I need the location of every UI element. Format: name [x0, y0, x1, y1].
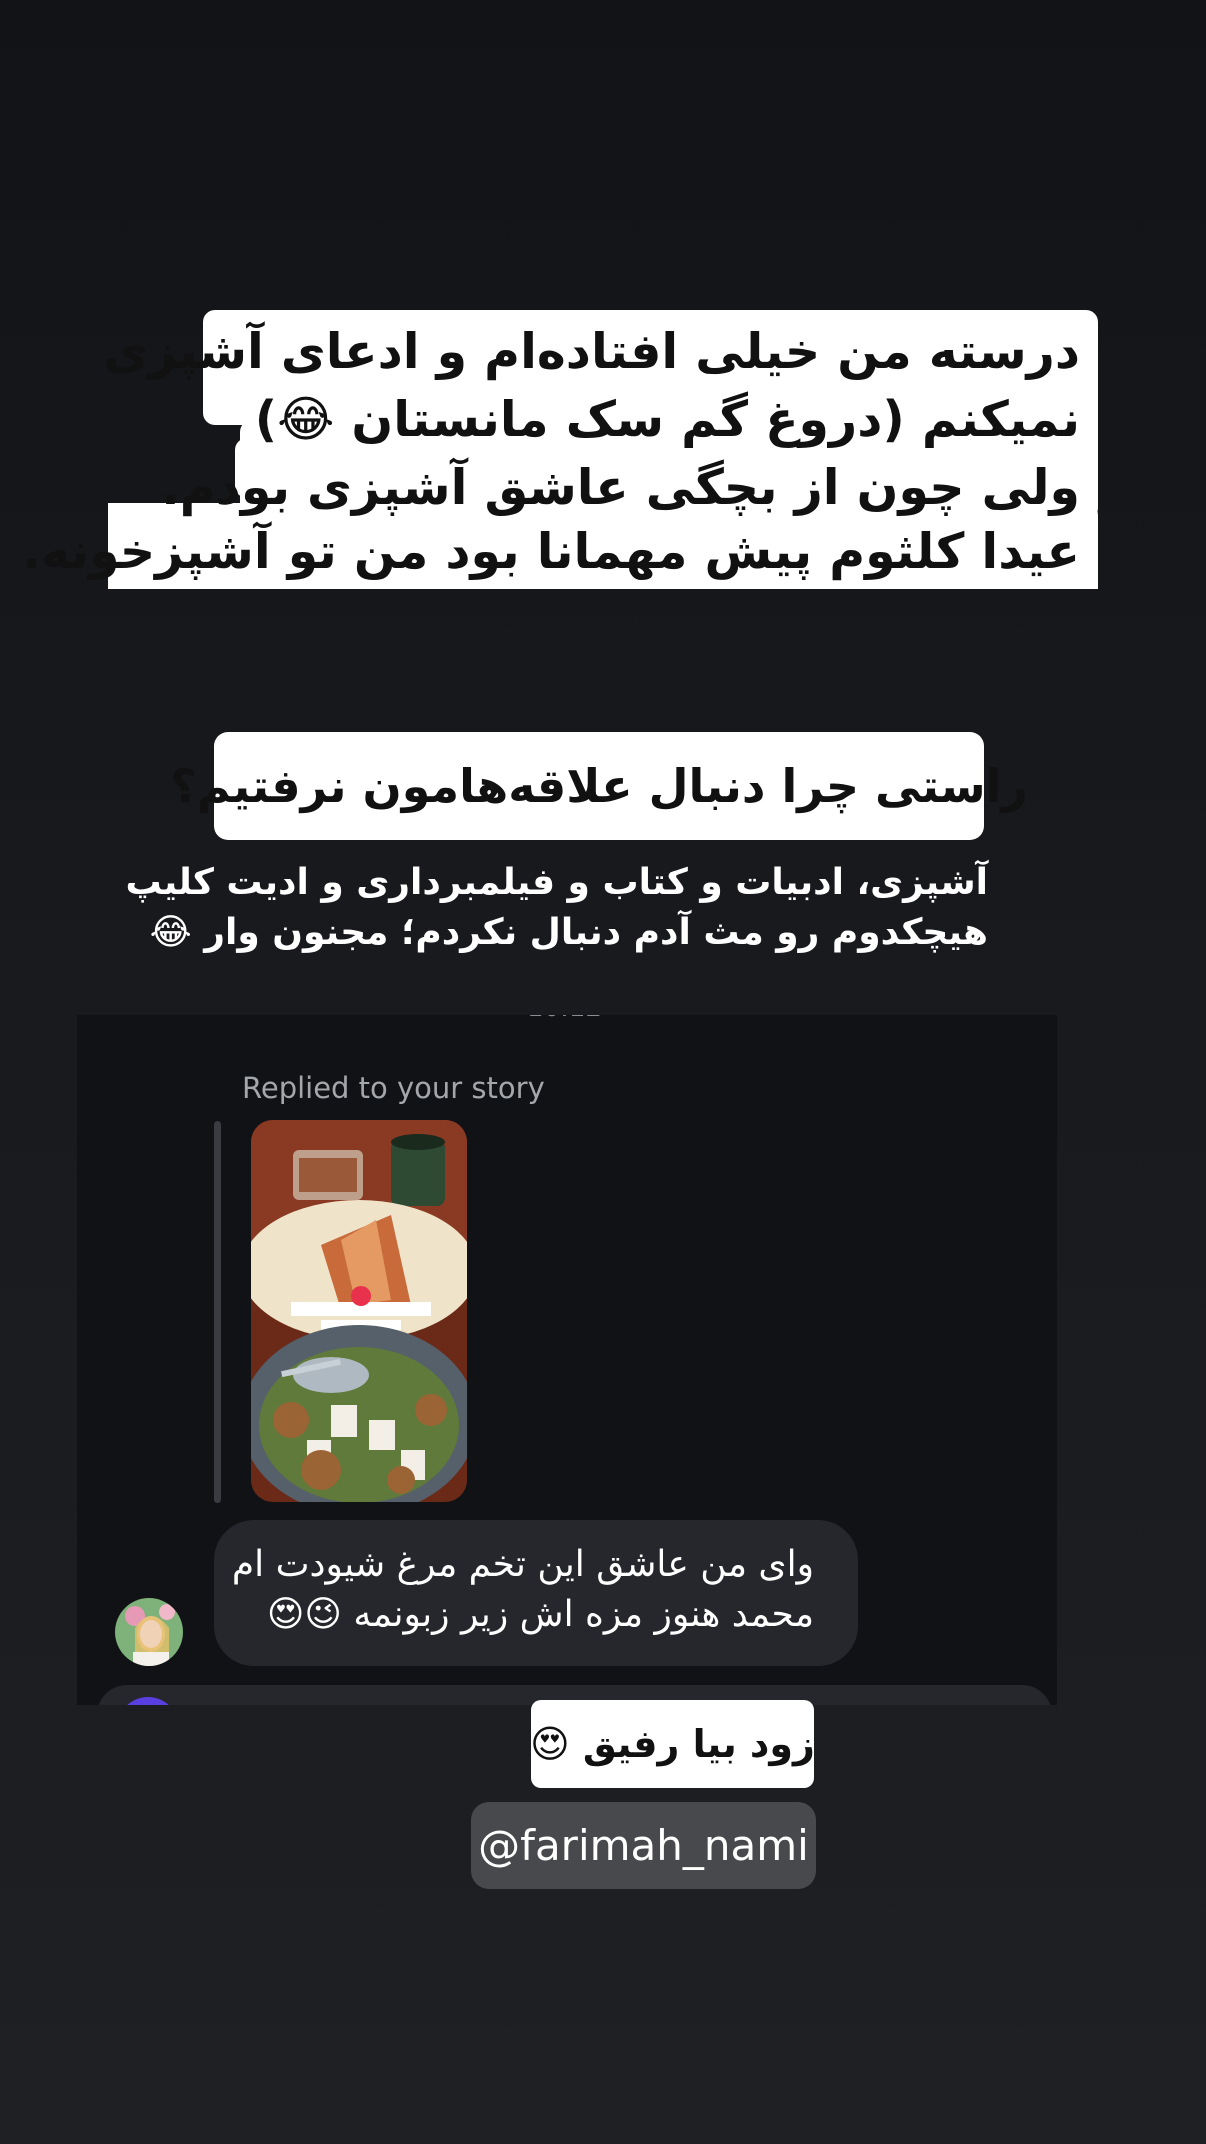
message-line-1: وای من عاشق این تخم مرغ شیودت ام — [231, 1544, 814, 1585]
food-photo-icon — [251, 1120, 467, 1502]
caption-line-3: ولی چون از بچگی عاشق آشپزی بودم. — [161, 459, 1080, 516]
message-timestamp: 10:12 — [527, 1015, 602, 1023]
question-sticker: راستی چرا دنبال علاقه‌هامون نرفتیم؟ — [170, 732, 1028, 840]
story-thumbnail[interactable] — [251, 1120, 467, 1502]
story-caption: درسته من خیلی افتاده‌ام و ادعای آشپزی نم… — [22, 308, 1098, 591]
mention-text: @farimah_nami — [478, 1821, 809, 1870]
come-text: زود بیا رفیق 😍 — [530, 1722, 815, 1766]
mention-sticker[interactable]: @farimah_nami — [471, 1802, 816, 1889]
reply-quote-bar — [214, 1121, 221, 1503]
avatar[interactable] — [115, 1598, 183, 1666]
caption-line-4: عیدا کلثوم پیش مهمانا بود من تو آشپزخونه… — [22, 523, 1080, 580]
user-avatar-icon — [115, 1598, 183, 1666]
subtitle-line-2: هیچکدوم رو مث آدم دنبال نکردم؛ مجنون وار… — [149, 912, 988, 953]
caption-line-2: نمیکنم (دروغ گم سک مانستان 😂) — [254, 391, 1080, 448]
come-sticker: زود بیا رفیق 😍 — [530, 1700, 815, 1788]
subtitle-line-1: آشپزی، ادبیات و کتاب و فیلمبرداری و ادیت… — [125, 862, 988, 903]
replied-to-story-label: Replied to your story — [242, 1071, 545, 1105]
caption-line-1: درسته من خیلی افتاده‌ام و ادعای آشپزی — [103, 323, 1080, 380]
question-text: راستی چرا دنبال علاقه‌هامون نرفتیم؟ — [170, 759, 1028, 813]
message-line-2: محمد هنوز مزه اش زیر زبونمه 😉😍 — [266, 1594, 814, 1635]
message-bubble[interactable]: وای من عاشق این تخم مرغ شیودت ام محمد هن… — [214, 1520, 858, 1666]
dm-screenshot: 10:12 Replied to your story — [77, 1015, 1057, 1705]
